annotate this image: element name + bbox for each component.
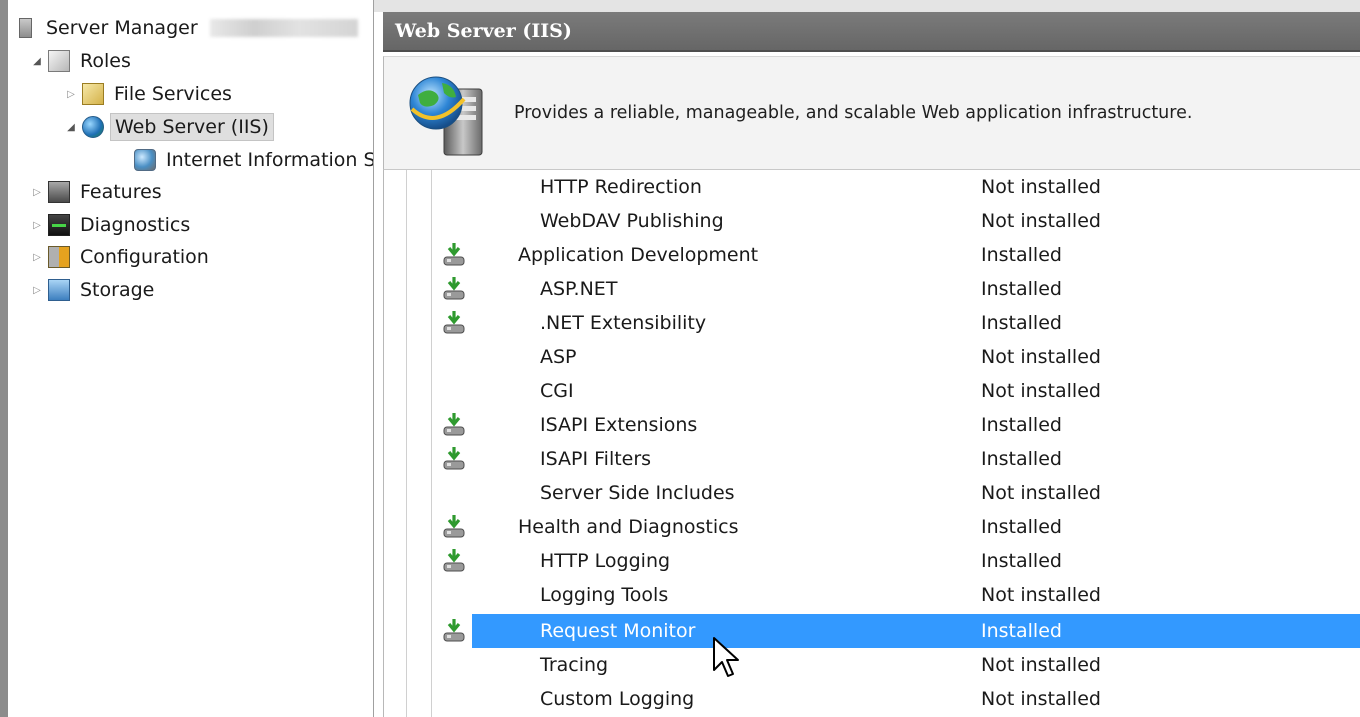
- tree-item-iis-manager[interactable]: Internet Information S: [134, 144, 374, 176]
- service-status: Installed: [981, 448, 1062, 470]
- tree-item-label: Internet Information S: [166, 149, 374, 171]
- collapsed-arrow-icon[interactable]: ▷: [30, 285, 44, 296]
- navigation-tree: Server Manager ◢ Roles ▷ File Services ◢…: [0, 0, 374, 717]
- list-item[interactable]: Custom Logging Not installed: [384, 682, 1360, 716]
- collapsed-arrow-icon[interactable]: ▷: [30, 187, 44, 198]
- service-name: ASP.NET: [540, 278, 618, 300]
- tree-item-configuration[interactable]: ▷ Configuration: [30, 241, 213, 273]
- tree-item-label: Diagnostics: [80, 214, 191, 236]
- tree-item-label: File Services: [114, 83, 232, 105]
- service-name: Tracing: [540, 654, 609, 676]
- tree-item-label: Web Server (IIS): [110, 113, 274, 141]
- list-item[interactable]: HTTP Redirection Not installed: [384, 170, 1360, 204]
- installed-icon: [443, 515, 465, 538]
- service-name: Server Side Includes: [540, 482, 735, 504]
- tree-item-label: Roles: [80, 50, 131, 72]
- service-name: HTTP Logging: [540, 550, 671, 572]
- list-item[interactable]: .NET Extensibility Installed: [384, 306, 1360, 340]
- list-item[interactable]: Tracing Not installed: [384, 648, 1360, 682]
- page-title: Web Server (IIS): [383, 12, 1360, 52]
- iis-manager-icon: [134, 149, 156, 171]
- list-item[interactable]: ASP Not installed: [384, 340, 1360, 374]
- service-name: Custom Logging: [540, 688, 695, 710]
- installed-icon: [443, 549, 465, 572]
- role-description-text: Provides a reliable, manageable, and sca…: [514, 103, 1193, 123]
- service-status: Not installed: [981, 176, 1101, 198]
- list-item[interactable]: Server Side Includes Not installed: [384, 476, 1360, 510]
- installed-icon: [443, 619, 465, 642]
- service-status: Not installed: [981, 584, 1101, 606]
- service-status: Not installed: [981, 482, 1101, 504]
- service-name: ISAPI Filters: [540, 448, 652, 470]
- service-name: Request Monitor: [540, 620, 696, 642]
- tree-item-label: Server Manager: [46, 17, 198, 39]
- role-services-list: HTTP Redirection Not installed WebDAV Pu…: [383, 170, 1360, 717]
- installed-icon: [443, 413, 465, 436]
- features-icon: [48, 181, 70, 203]
- installed-icon: [443, 277, 465, 300]
- tree-item-label: Configuration: [80, 246, 209, 268]
- service-name: .NET Extensibility: [540, 312, 707, 334]
- service-status: Not installed: [981, 210, 1101, 232]
- list-item[interactable]: Health and Diagnostics Installed: [384, 510, 1360, 544]
- list-item[interactable]: Logging Tools Not installed: [384, 578, 1360, 612]
- tree-item-label: Storage: [80, 279, 155, 301]
- web-server-icon: [82, 116, 104, 138]
- tree-item-server-manager[interactable]: Server Manager: [14, 12, 358, 44]
- collapsed-arrow-icon[interactable]: ▷: [30, 220, 44, 231]
- file-services-icon: [82, 83, 104, 105]
- collapsed-arrow-icon[interactable]: ▷: [64, 89, 78, 100]
- installed-icon: [443, 243, 465, 266]
- list-item[interactable]: ASP.NET Installed: [384, 272, 1360, 306]
- tree-item-label: Features: [80, 181, 162, 203]
- pane-top-strip: [374, 0, 1360, 12]
- storage-icon: [48, 279, 70, 301]
- service-name: WebDAV Publishing: [540, 210, 724, 232]
- service-status: Not installed: [981, 346, 1101, 368]
- roles-icon: [48, 50, 70, 72]
- service-status: Installed: [981, 620, 1062, 642]
- redacted-server-name: [209, 19, 358, 37]
- expanded-arrow-icon[interactable]: ◢: [64, 122, 78, 133]
- web-server-role-icon: [409, 76, 483, 156]
- role-description-panel: Provides a reliable, manageable, and sca…: [383, 56, 1360, 170]
- list-item[interactable]: HTTP Logging Installed: [384, 544, 1360, 578]
- service-name: CGI: [540, 380, 574, 402]
- tree-item-features[interactable]: ▷ Features: [30, 176, 166, 208]
- list-item[interactable]: Application Development Installed: [384, 238, 1360, 272]
- service-status: Installed: [981, 516, 1062, 538]
- configuration-icon: [48, 246, 70, 268]
- service-status: Installed: [981, 278, 1062, 300]
- tree-item-web-server[interactable]: ◢ Web Server (IIS): [64, 111, 274, 143]
- list-item[interactable]: ISAPI Extensions Installed: [384, 408, 1360, 442]
- installed-icon: [443, 447, 465, 470]
- list-item[interactable]: ISAPI Filters Installed: [384, 442, 1360, 476]
- list-item[interactable]: WebDAV Publishing Not installed: [384, 204, 1360, 238]
- service-status: Installed: [981, 414, 1062, 436]
- service-status: Installed: [981, 312, 1062, 334]
- installed-icon: [443, 311, 465, 334]
- service-name: HTTP Redirection: [540, 176, 702, 198]
- service-status: Installed: [981, 550, 1062, 572]
- service-status: Not installed: [981, 380, 1101, 402]
- diagnostics-icon: [48, 214, 70, 236]
- service-status: Installed: [981, 244, 1062, 266]
- tree-item-roles[interactable]: ◢ Roles: [30, 45, 135, 77]
- service-name: Application Development: [518, 244, 759, 266]
- service-name: Health and Diagnostics: [518, 516, 739, 538]
- service-status: Not installed: [981, 654, 1101, 676]
- tree-item-storage[interactable]: ▷ Storage: [30, 274, 158, 306]
- service-name: Logging Tools: [540, 584, 669, 606]
- tree-item-diagnostics[interactable]: ▷ Diagnostics: [30, 209, 194, 241]
- list-item[interactable]: CGI Not installed: [384, 374, 1360, 408]
- service-name: ISAPI Extensions: [540, 414, 698, 436]
- service-name: ASP: [540, 346, 577, 368]
- expanded-arrow-icon[interactable]: ◢: [30, 56, 44, 67]
- list-item-selected[interactable]: Request Monitor Installed: [384, 614, 1360, 648]
- tree-item-file-services[interactable]: ▷ File Services: [64, 78, 236, 110]
- collapsed-arrow-icon[interactable]: ▷: [30, 252, 44, 263]
- server-manager-icon: [14, 17, 36, 39]
- service-status: Not installed: [981, 688, 1101, 710]
- mouse-pointer-icon: [713, 637, 739, 677]
